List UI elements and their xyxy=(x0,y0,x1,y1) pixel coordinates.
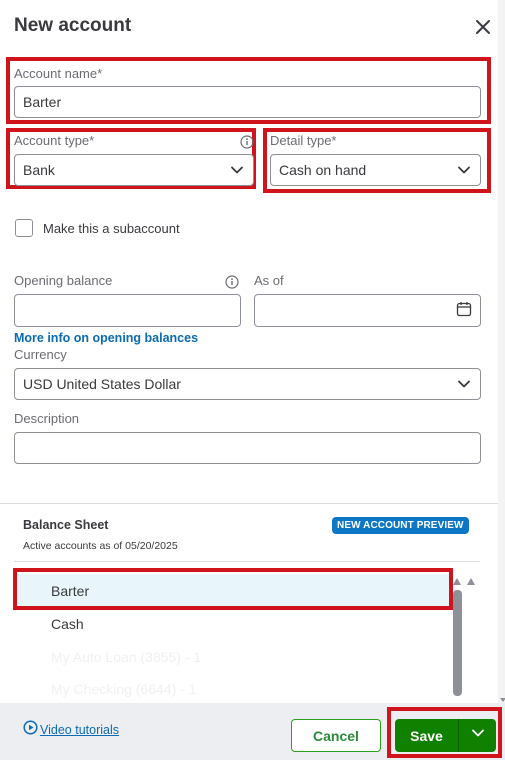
description-input[interactable] xyxy=(14,432,481,464)
info-icon[interactable] xyxy=(240,135,254,149)
subaccount-checkbox[interactable] xyxy=(15,219,33,237)
chevron-down-icon xyxy=(470,725,486,746)
list-item-label: My Auto Loan (3855) - 1 xyxy=(51,649,202,665)
section-divider xyxy=(0,503,498,504)
detail-type-select[interactable]: Cash on hand xyxy=(270,154,481,186)
cancel-button[interactable]: Cancel xyxy=(291,719,381,752)
list-item[interactable]: My Checking (6644) - 1 xyxy=(14,672,450,706)
description-label: Description xyxy=(14,411,80,426)
account-type-select[interactable]: Bank xyxy=(14,154,254,186)
chevron-down-icon xyxy=(456,376,472,392)
list-item[interactable]: Barter xyxy=(14,574,450,608)
detail-type-label: Detail type* xyxy=(270,133,337,148)
list-item-label: Cash xyxy=(51,616,84,632)
scroll-up-arrow-icon[interactable] xyxy=(452,573,482,591)
video-tutorials-link[interactable]: Video tutorials xyxy=(23,720,119,740)
close-icon[interactable] xyxy=(472,16,494,38)
save-button[interactable]: Save xyxy=(395,719,458,752)
list-item[interactable]: My Auto Loan (3855) - 1 xyxy=(14,640,450,674)
opening-balance-label: Opening balance xyxy=(14,273,113,288)
as-of-label: As of xyxy=(254,273,284,288)
currency-select[interactable]: USD United States Dollar xyxy=(14,368,481,400)
chevron-down-icon xyxy=(456,162,472,178)
currency-label: Currency xyxy=(14,347,67,362)
account-type-label: Account type* xyxy=(14,133,95,148)
info-icon[interactable] xyxy=(225,275,239,289)
opening-balance-input[interactable] xyxy=(14,294,241,327)
account-name-input[interactable]: Barter xyxy=(14,86,481,118)
more-info-opening-balances-link[interactable]: More info on opening balances xyxy=(14,331,198,345)
account-name-label: Account name* xyxy=(14,66,103,81)
list-item-label: Barter xyxy=(51,583,90,599)
list-scrollbar-thumb[interactable] xyxy=(453,590,462,696)
save-options-button[interactable] xyxy=(459,719,496,752)
dialog-title: New account xyxy=(14,15,132,36)
account-type-value: Bank xyxy=(23,162,55,178)
subaccount-label: Make this a subaccount xyxy=(43,221,180,236)
video-tutorials-label: Video tutorials xyxy=(40,723,119,737)
chevron-down-icon xyxy=(229,162,245,178)
calendar-icon[interactable] xyxy=(456,301,472,320)
new-account-preview-badge: NEW ACCOUNT PREVIEW xyxy=(332,517,469,534)
list-item-label: My Checking (6644) - 1 xyxy=(51,681,197,697)
as-of-date-input[interactable] xyxy=(254,294,481,327)
account-name-value: Barter xyxy=(23,94,62,110)
play-icon xyxy=(23,720,38,740)
currency-value: USD United States Dollar xyxy=(23,376,181,392)
preview-divider xyxy=(14,561,480,562)
list-item[interactable]: Cash xyxy=(14,607,450,641)
preview-subtitle: Active accounts as of 05/20/2025 xyxy=(23,540,178,552)
preview-title: Balance Sheet xyxy=(23,518,109,532)
page-scrollbar-track[interactable] xyxy=(498,0,505,703)
detail-type-value: Cash on hand xyxy=(279,162,367,178)
